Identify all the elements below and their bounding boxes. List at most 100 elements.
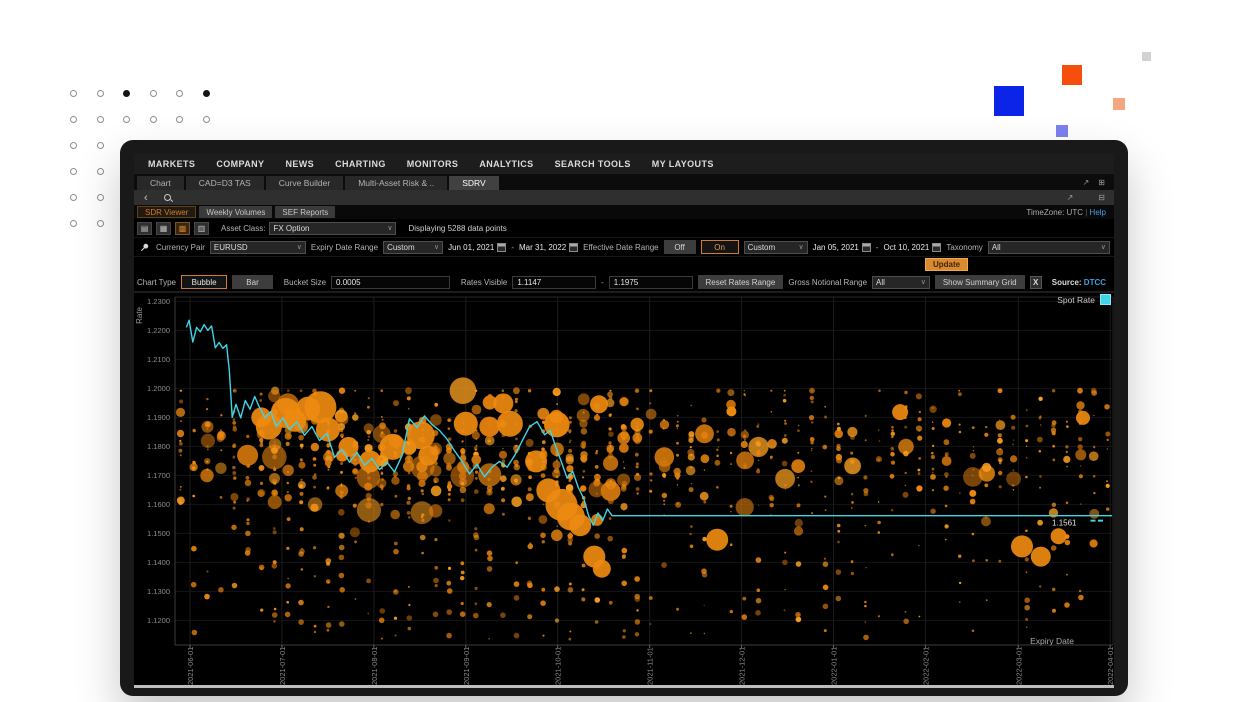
tab-multi-asset-risk-[interactable]: Multi-Asset Risk & .. [345,176,447,190]
effective-from-date[interactable]: Jan 05, 2021 [813,243,871,252]
show-summary-grid-button[interactable]: Show Summary Grid [935,275,1025,289]
export-grid-icon[interactable]: X [1030,276,1042,289]
help-link[interactable]: Help [1090,208,1106,217]
x-tick-label: 2022-01-01 [829,647,838,685]
x-tick-label: 2021-11-01 [646,647,655,685]
decorative-dot [70,168,77,175]
panel-add-icon[interactable]: ⊞ [1098,178,1105,187]
decorative-square-blue [994,86,1024,116]
bubble-chart-plot[interactable]: 2021-06-012021-07-012021-08-012021-09-01… [134,293,1114,688]
effective-range-label: Effective Date Range [583,243,658,252]
calendar-icon[interactable] [862,243,871,252]
effective-on-button[interactable]: On [701,240,739,254]
menu-item-company[interactable]: COMPANY [216,159,264,169]
currency-pair-label: Currency Pair [156,243,205,252]
menu-item-news[interactable]: NEWS [285,159,314,169]
reset-rates-range-button[interactable]: Reset Rates Range [698,275,784,289]
source-dtcc-link[interactable]: DTCC [1084,278,1106,287]
x-axis-title: Expiry Date [1030,636,1074,646]
subtab-bar: SDR ViewerWeekly VolumesSEF Reports Time… [134,205,1114,219]
menu-item-markets[interactable]: MARKETS [148,159,195,169]
subtab-sdr-viewer[interactable]: SDR Viewer [137,206,196,218]
legend-spot-rate-swatch[interactable] [1100,294,1111,305]
effective-off-button[interactable]: Off [664,240,696,254]
expand-icon[interactable]: ↗ [1083,178,1090,187]
y-tick-label: 1.1200 [134,616,170,625]
effective-to-date[interactable]: Oct 10, 2021 [884,243,942,252]
currency-pair-select[interactable]: EURUSD∨ [210,241,306,254]
decorative-dot [97,220,104,227]
back-chevron-icon[interactable]: ‹ [144,193,148,203]
y-tick-label: 1.2100 [134,355,170,364]
y-tick-label: 1.1600 [134,500,170,509]
controls-row-3: Chart Type Bubble Bar Bucket Size 0.0005… [134,273,1114,292]
expiry-from-date[interactable]: Jun 01, 2021 [448,243,506,252]
rates-dash: - [601,278,604,287]
chart-legend: Spot Rate [1057,294,1111,305]
app-content: MARKETS COMPANY NEWS CHARTING MONITORS ANALYT… [134,154,1114,688]
timezone-label: TimeZone: UTC | Help [1026,208,1106,217]
tab-sdrv[interactable]: SDRV [449,176,498,190]
view-chart-icon[interactable]: ▩ [175,222,190,235]
menu-item-charting[interactable]: CHARTING [335,159,386,169]
decorative-square-periwinkle [1056,125,1068,137]
displaying-count-text: Displaying 5288 data points [408,224,506,233]
tab-curve-builder[interactable]: Curve Builder [266,176,344,190]
update-button[interactable]: Update [925,258,968,271]
chevron-down-icon: ∨ [1101,243,1106,251]
expiry-range-select[interactable]: Custom∨ [383,241,443,254]
menu-item-analytics[interactable]: ANALYTICS [479,159,533,169]
popout-icon[interactable]: ↗ [1067,193,1074,202]
controls-row-1: ▤ ▦ ▩ ▥ Asset Class: FX Option∨ Displayi… [134,219,1114,238]
decorative-dot [203,90,210,97]
chart-type-bar-button[interactable]: Bar [232,275,273,289]
menu-item-search-tools[interactable]: SEARCH TOOLS [555,159,631,169]
decorative-square-gray [1142,52,1151,61]
chevron-down-icon: ∨ [387,224,392,232]
calendar-icon[interactable] [497,243,506,252]
effective-mode-select[interactable]: Custom∨ [744,241,808,254]
y-tick-label: 1.1700 [134,471,170,480]
gross-notional-select[interactable]: All∨ [872,276,930,289]
view-grid-icon[interactable]: ▥ [194,222,209,235]
view-table-icon[interactable]: ▤ [137,222,152,235]
chevron-down-icon: ∨ [921,278,926,286]
chevron-down-icon: ∨ [798,243,803,251]
spot-rate-value-label: 1.1561 [1052,519,1077,528]
menu-item-my-layouts[interactable]: MY LAYOUTS [652,159,714,169]
taxonomy-select[interactable]: All∨ [988,241,1110,254]
decorative-dot [176,116,183,123]
rates-from-input[interactable]: 1.1147 [512,276,596,289]
menu-item-monitors[interactable]: MONITORS [407,159,459,169]
decorative-dot [176,90,183,97]
subtab-weekly-volumes[interactable]: Weekly Volumes [199,206,272,218]
subtab-sef-reports[interactable]: SEF Reports [275,206,335,218]
thumbtack-icon[interactable] [137,241,151,254]
rates-to-input[interactable]: 1.1975 [609,276,693,289]
search-icon[interactable] [164,194,172,202]
asset-class-select[interactable]: FX Option∨ [269,222,396,235]
page-background: MARKETS COMPANY NEWS CHARTING MONITORS ANALYT… [0,0,1248,702]
expiry-to-date[interactable]: Mar 31, 2022 [519,243,578,252]
calendar-icon[interactable] [569,243,578,252]
x-tick-label: 2022-04-01 [1106,647,1114,685]
horizontal-scrollbar[interactable] [134,685,1114,688]
view-split-icon[interactable]: ▦ [156,222,171,235]
tab-chart[interactable]: Chart [137,176,184,190]
chart-type-bubble-button[interactable]: Bubble [181,275,227,289]
x-tick-label: 2021-07-01 [278,647,287,685]
tab-bar: ChartCAD=D3 TASCurve BuilderMulti-Asset … [134,174,1114,190]
tab-cad-d3-tas[interactable]: CAD=D3 TAS [186,176,264,190]
x-tick-label: 2022-03-01 [1014,647,1023,685]
decorative-dot [97,194,104,201]
bucket-size-input[interactable]: 0.0005 [331,276,450,289]
decorative-square-salmon [1113,98,1125,110]
y-tick-label: 1.2300 [134,297,170,306]
x-tick-label: 2021-06-01 [186,647,195,685]
calendar-icon[interactable] [932,243,941,252]
y-tick-label: 1.2200 [134,326,170,335]
decorative-dot [70,90,77,97]
panel-remove-icon[interactable]: ⊟ [1098,193,1105,202]
controls-row-2: Currency Pair EURUSD∨ Expiry Date Range … [134,238,1114,257]
x-tick-label: 2021-09-01 [462,647,471,685]
